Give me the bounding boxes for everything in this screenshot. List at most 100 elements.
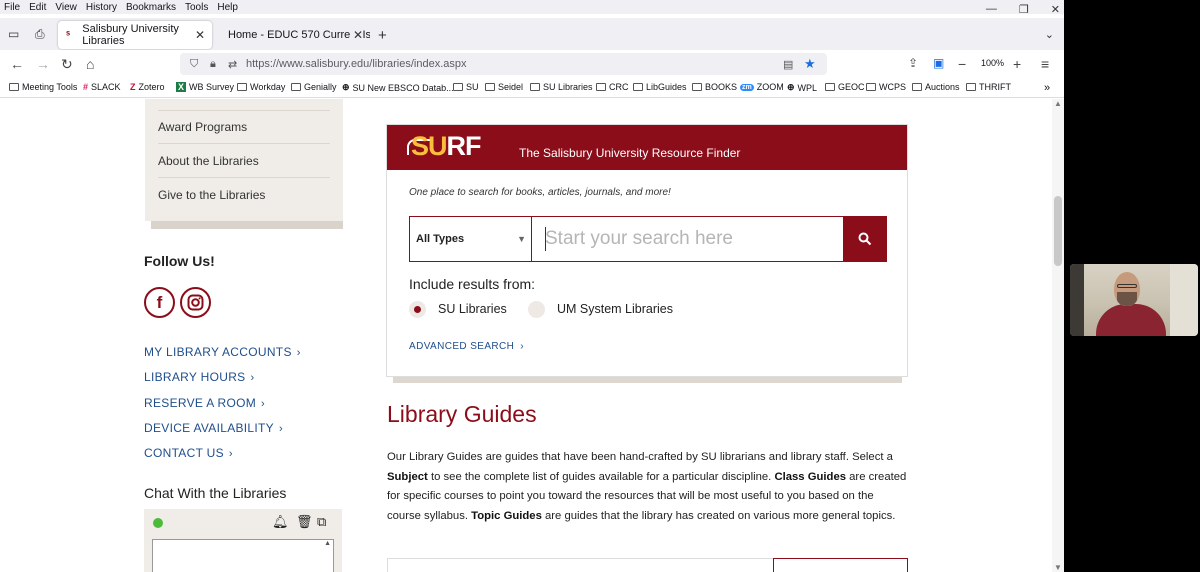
search-input[interactable]: Start your search here <box>531 216 844 262</box>
extensions-icon[interactable]: ⇪ <box>908 56 918 70</box>
guides-search-field[interactable] <box>387 558 773 572</box>
library-guides-description: Our Library Guides are guides that have … <box>387 451 907 522</box>
bookmark-item[interactable]: ⊕ WPL <box>787 82 817 93</box>
bookmark-item[interactable]: CRC <box>596 82 629 92</box>
chevron-right-icon: › <box>261 398 265 410</box>
tab-educ570[interactable]: Home - EDUC 570 Current Issue ✕ <box>214 21 370 49</box>
shield-icon[interactable]: ⛉ <box>190 58 198 71</box>
instagram-icon[interactable] <box>180 287 211 318</box>
quick-link-reserve[interactable]: RESERVE A ROOM › <box>144 396 265 410</box>
print-icon[interactable]: ⎙ <box>35 27 45 42</box>
scroll-up-icon[interactable]: ▲ <box>1054 99 1062 108</box>
bookmark-item[interactable]: SU <box>453 82 479 92</box>
search-button[interactable] <box>843 216 887 262</box>
url-bar[interactable]: ⛉ 🔒︎ ⇄ https://www.salisbury.edu/librari… <box>180 53 827 75</box>
webcam-preview <box>1070 264 1198 336</box>
lock-icon[interactable]: 🔒︎ <box>210 58 216 71</box>
globe-icon: ⊕ <box>787 82 795 92</box>
quick-link-accounts[interactable]: MY LIBRARY ACCOUNTS › <box>144 345 301 359</box>
page-scrollbar[interactable]: ▲ ▼ <box>1052 99 1064 572</box>
bookmark-item[interactable]: zm ZOOM <box>740 82 784 92</box>
glasses <box>1117 284 1137 288</box>
menu-help[interactable]: Help <box>217 2 238 13</box>
bookmark-item[interactable]: SU Libraries <box>530 82 593 92</box>
zoom-in-icon[interactable]: + <box>1013 56 1021 72</box>
close-tab-icon[interactable]: ✕ <box>349 28 363 42</box>
scroll-up-icon[interactable]: ▲ <box>324 540 331 547</box>
permissions-icon[interactable]: ⇄ <box>228 58 237 71</box>
list-tabs-icon[interactable]: ⌄ <box>1045 28 1054 41</box>
quick-link-hours[interactable]: LIBRARY HOURS › <box>144 370 254 384</box>
screenshot-icon[interactable]: ▣ <box>933 56 944 70</box>
person-beard <box>1117 292 1137 306</box>
sidebar-item-award-programs[interactable]: Award Programs <box>158 120 247 134</box>
trash-icon[interactable]: 🗑︎ <box>296 514 313 530</box>
type-select[interactable]: All Types ▼ <box>409 216 532 262</box>
bookmark-item[interactable]: GEOC <box>825 82 865 92</box>
tab-salisbury[interactable]: ˢ Salisbury University Libraries ✕ <box>58 21 212 49</box>
radio-su-libraries[interactable] <box>409 301 426 318</box>
sidebar-item-give[interactable]: Give to the Libraries <box>158 188 265 202</box>
surf-logo: SURF <box>411 131 482 161</box>
zoom-level[interactable]: 100% <box>981 58 1004 68</box>
guides-search-button[interactable] <box>773 558 908 572</box>
follow-us-heading: Follow Us! <box>144 253 215 269</box>
bookmark-item[interactable]: Auctions <box>912 82 960 92</box>
folder-icon <box>866 83 876 91</box>
home-icon[interactable]: ⌂ <box>86 56 94 72</box>
chevron-right-icon: › <box>296 347 301 359</box>
close-tab-icon[interactable]: ✕ <box>195 28 205 42</box>
back-icon[interactable]: ← <box>10 56 24 72</box>
radio-label-su[interactable]: SU Libraries <box>438 302 507 316</box>
bookmark-item[interactable]: Seidel <box>485 82 523 92</box>
bookmark-item[interactable]: # SLACK <box>83 82 121 92</box>
new-tab-icon[interactable]: + <box>378 27 387 44</box>
reader-view-icon[interactable]: ▤ <box>783 58 793 71</box>
bookmark-item[interactable]: Z Zotero <box>130 82 165 92</box>
menu-file[interactable]: File <box>4 2 20 13</box>
menu-view[interactable]: View <box>55 2 77 13</box>
folder-icon <box>453 83 463 91</box>
more-bookmarks-icon[interactable]: » <box>1044 82 1050 94</box>
restore-icon[interactable]: ❐ <box>1019 3 1029 16</box>
app-menu-icon[interactable]: ≡ <box>1041 56 1049 72</box>
search-icon <box>858 232 872 246</box>
topic-guides-term: Topic Guides <box>471 509 542 522</box>
bookmark-item[interactable]: Workday <box>237 82 285 92</box>
sidebar-item-about[interactable]: About the Libraries <box>158 154 259 168</box>
bookmark-star-icon[interactable]: ★ <box>804 56 816 72</box>
bookmark-item[interactable]: BOOKS <box>692 82 737 92</box>
popout-icon[interactable]: ⧉ <box>317 514 326 530</box>
bookmark-item[interactable]: ⊕ SU New EBSCO Datab... <box>342 82 454 93</box>
tab-label: Salisbury University Libraries <box>82 23 179 47</box>
scroll-down-icon[interactable]: ▼ <box>1054 563 1062 572</box>
bookmark-item[interactable]: WCPS <box>866 82 906 92</box>
menu-edit[interactable]: Edit <box>29 2 46 13</box>
menu-tools[interactable]: Tools <box>185 2 208 13</box>
quick-link-devices[interactable]: DEVICE AVAILABILITY › <box>144 421 283 435</box>
chat-message-input[interactable]: ▲ <box>152 539 334 572</box>
bookmark-item[interactable]: THRIFT <box>966 82 1011 92</box>
facebook-icon[interactable]: f <box>144 287 175 318</box>
scrollbar-thumb[interactable] <box>1054 196 1062 266</box>
forward-icon[interactable]: → <box>36 56 50 72</box>
menu-history[interactable]: History <box>86 2 117 13</box>
bell-icon[interactable]: 🔔︎ <box>272 514 289 530</box>
reload-icon[interactable]: ↻ <box>61 56 73 73</box>
bookmark-item[interactable]: Genially <box>291 82 337 92</box>
menu-bookmarks[interactable]: Bookmarks <box>126 2 176 13</box>
bookmark-item[interactable]: LibGuides <box>633 82 687 92</box>
advanced-search-link[interactable]: ADVANCED SEARCH › <box>409 341 524 352</box>
bookmark-item[interactable]: Meeting Tools <box>9 82 77 92</box>
url-text[interactable]: https://www.salisbury.edu/libraries/inde… <box>246 58 467 70</box>
minimize-icon[interactable]: — <box>986 3 997 15</box>
quick-link-contact[interactable]: CONTACT US › <box>144 446 233 460</box>
close-window-icon[interactable]: ✕ <box>1051 3 1060 16</box>
zoom-out-icon[interactable]: − <box>958 56 966 72</box>
subject-term: Subject <box>387 470 428 483</box>
radio-um-system[interactable] <box>528 301 545 318</box>
sidebar-menu: Award Programs About the Libraries Give … <box>145 99 343 221</box>
tab-history-icon[interactable]: ▭ <box>8 27 19 41</box>
radio-label-um[interactable]: UM System Libraries <box>557 302 673 316</box>
bookmark-item[interactable]: X WB Survey <box>176 82 234 92</box>
